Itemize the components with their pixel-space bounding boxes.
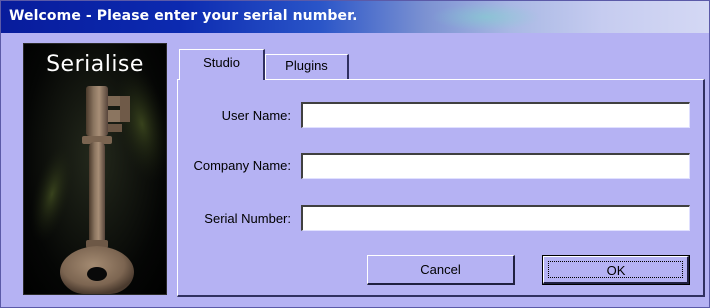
tab-plugins-label: Plugins xyxy=(285,58,328,73)
title-bar[interactable]: Welcome - Please enter your serial numbe… xyxy=(1,1,709,33)
key-icon xyxy=(30,65,166,294)
window-title: Welcome - Please enter your serial numbe… xyxy=(9,8,358,24)
cancel-button[interactable]: Cancel xyxy=(367,255,515,285)
cancel-button-label: Cancel xyxy=(420,262,461,277)
title-bar-glare xyxy=(431,3,541,31)
serial-dialog-window: Welcome - Please enter your serial numbe… xyxy=(0,0,710,308)
tab-studio-label: Studio xyxy=(203,55,240,70)
ok-button-label: OK xyxy=(606,262,626,278)
tab-studio[interactable]: Studio xyxy=(179,49,265,80)
ok-button[interactable]: OK xyxy=(542,255,690,285)
tab-plugins[interactable]: Plugins xyxy=(265,54,349,80)
serialise-title: Serialise xyxy=(46,52,144,77)
serialise-image-panel: Serialise xyxy=(23,43,167,295)
